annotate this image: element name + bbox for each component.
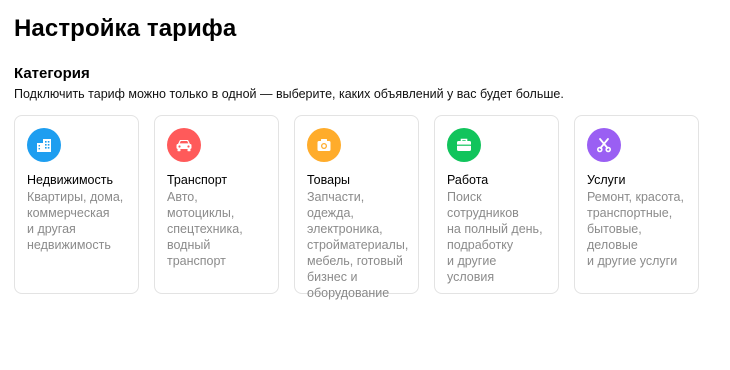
category-description: Авто, мотоциклы, спецтехника, водный тра… [167,190,243,268]
category-description: Поиск сотрудников на полный день, подраб… [447,190,543,284]
category-card-jobs[interactable]: Работа Поиск сотрудников на полный день,… [434,115,559,294]
category-cards: Недвижимость Квартиры, дома, коммерческа… [14,115,699,300]
category-card-real-estate[interactable]: Недвижимость Квартиры, дома, коммерческа… [14,115,139,294]
briefcase-icon [447,128,481,162]
category-card-transport[interactable]: Транспорт Авто, мотоциклы, спецтехника, … [154,115,279,294]
section-title: Категория [14,65,90,82]
category-title: Товары [307,173,350,187]
scissors-icon [587,128,621,162]
category-title: Транспорт [167,173,228,187]
camera-icon [307,128,341,162]
category-card-goods[interactable]: Товары Запчасти, одежда, электроника, ст… [294,115,419,300]
category-title: Недвижимость [27,173,113,187]
category-description: Ремонт, красота, транспортные, бытовые, … [587,190,684,268]
car-icon [167,128,201,162]
category-description: Запчасти, одежда, электроника, строймате… [307,190,409,300]
category-card-services[interactable]: Услуги Ремонт, красота, транспортные, бы… [574,115,699,294]
page-title: Настройка тарифа [14,15,237,42]
building-icon [27,128,61,162]
category-title: Работа [447,173,489,187]
category-title: Услуги [587,173,626,187]
section-subtitle: Подключить тариф можно только в одной — … [14,87,564,101]
category-description: Квартиры, дома, коммерческая и другая не… [27,190,124,252]
